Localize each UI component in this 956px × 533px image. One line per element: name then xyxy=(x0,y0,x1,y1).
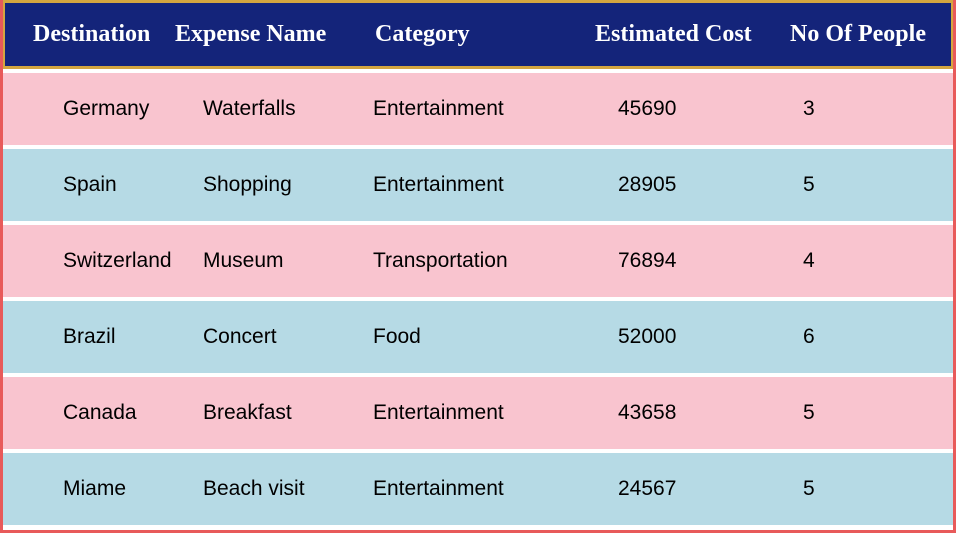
header-no-of-people: No Of People xyxy=(790,21,951,48)
cell-expense-name: Beach visit xyxy=(203,477,373,501)
cell-destination: Germany xyxy=(3,97,203,121)
cell-expense-name: Waterfalls xyxy=(203,97,373,121)
cell-category: Entertainment xyxy=(373,97,618,121)
cell-no-of-people: 5 xyxy=(803,477,953,501)
header-expense-name: Expense Name xyxy=(175,21,375,48)
cell-category: Entertainment xyxy=(373,477,618,501)
table-row: Switzerland Museum Transportation 76894 … xyxy=(3,225,953,297)
cell-no-of-people: 5 xyxy=(803,401,953,425)
expense-table: Destination Expense Name Category Estima… xyxy=(0,0,956,533)
cell-expense-name: Concert xyxy=(203,325,373,349)
header-estimated-cost: Estimated Cost xyxy=(595,21,790,48)
cell-estimated-cost: 43658 xyxy=(618,401,803,425)
cell-destination: Brazil xyxy=(3,325,203,349)
table-row: Germany Waterfalls Entertainment 45690 3 xyxy=(3,73,953,145)
table-header-row: Destination Expense Name Category Estima… xyxy=(3,0,953,69)
header-category: Category xyxy=(375,21,595,48)
table-row: Canada Breakfast Entertainment 43658 5 xyxy=(3,377,953,449)
cell-category: Food xyxy=(373,325,618,349)
cell-destination: Canada xyxy=(3,401,203,425)
table-row: Brazil Concert Food 52000 6 xyxy=(3,301,953,373)
cell-expense-name: Breakfast xyxy=(203,401,373,425)
cell-expense-name: Museum xyxy=(203,249,373,273)
cell-estimated-cost: 52000 xyxy=(618,325,803,349)
cell-no-of-people: 6 xyxy=(803,325,953,349)
cell-category: Entertainment xyxy=(373,401,618,425)
table-row: Miame Beach visit Entertainment 24567 5 xyxy=(3,453,953,525)
cell-no-of-people: 5 xyxy=(803,173,953,197)
table-row: Spain Shopping Entertainment 28905 5 xyxy=(3,149,953,221)
cell-destination: Spain xyxy=(3,173,203,197)
cell-no-of-people: 4 xyxy=(803,249,953,273)
cell-estimated-cost: 45690 xyxy=(618,97,803,121)
cell-expense-name: Shopping xyxy=(203,173,373,197)
cell-destination: Switzerland xyxy=(3,249,203,273)
cell-estimated-cost: 76894 xyxy=(618,249,803,273)
cell-estimated-cost: 24567 xyxy=(618,477,803,501)
cell-category: Transportation xyxy=(373,249,618,273)
cell-estimated-cost: 28905 xyxy=(618,173,803,197)
cell-destination: Miame xyxy=(3,477,203,501)
cell-no-of-people: 3 xyxy=(803,97,953,121)
header-destination: Destination xyxy=(5,21,175,48)
table-body: Germany Waterfalls Entertainment 45690 3… xyxy=(3,69,953,525)
cell-category: Entertainment xyxy=(373,173,618,197)
